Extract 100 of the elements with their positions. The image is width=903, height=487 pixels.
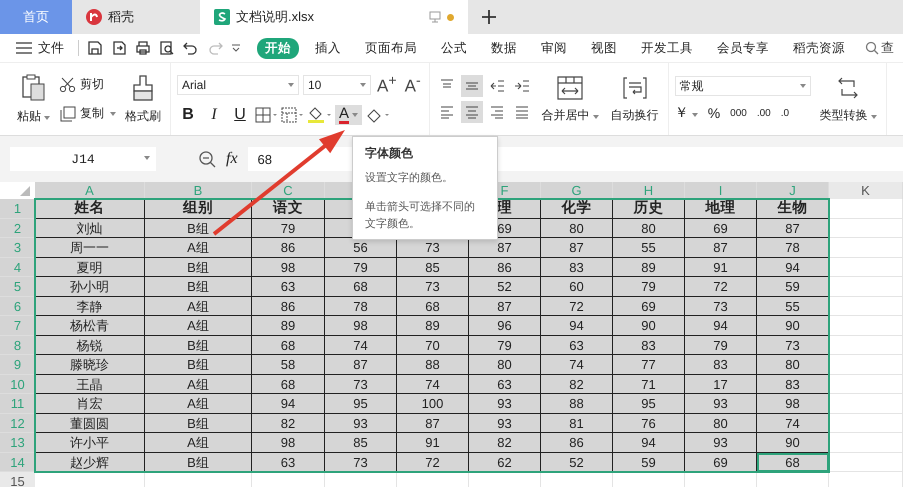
menu-icon[interactable] bbox=[16, 42, 32, 54]
fill-color-icon[interactable] bbox=[307, 106, 331, 124]
eraser-icon[interactable] bbox=[366, 106, 390, 123]
increase-decimal-button[interactable]: .00 bbox=[756, 108, 771, 118]
table-cell: 93 bbox=[469, 414, 541, 433]
column-header[interactable]: K bbox=[829, 182, 903, 199]
table-cell: 100 bbox=[397, 394, 469, 414]
table-cell: 81 bbox=[541, 414, 613, 433]
decrease-decimal-button[interactable]: .0 bbox=[780, 108, 790, 118]
ribbon-tab[interactable]: 稻壳资源 bbox=[785, 38, 853, 58]
thousands-separator-button[interactable]: 000 bbox=[730, 108, 747, 118]
table-cell: 杨松青 bbox=[35, 316, 145, 336]
table-cell: 88 bbox=[397, 355, 469, 374]
ribbon-tab[interactable]: 数据 bbox=[483, 38, 525, 58]
font-name-dropdown[interactable]: Arial bbox=[177, 75, 299, 95]
table-cell: 94 bbox=[757, 258, 829, 277]
table-cell: A组 bbox=[145, 374, 252, 394]
font-size-dropdown[interactable]: 10 bbox=[303, 75, 371, 95]
table-cell: 肖宏 bbox=[35, 394, 145, 414]
table-cell: 王晶 bbox=[35, 374, 145, 394]
table-cell: 李静 bbox=[35, 296, 145, 316]
table-cell: 63 bbox=[541, 336, 613, 355]
increase-font-button[interactable]: A$^{+}$ bbox=[375, 73, 399, 97]
bold-button[interactable]: B bbox=[177, 106, 199, 124]
number-format-dropdown[interactable]: 常规 bbox=[674, 76, 811, 96]
table-cell: 68 bbox=[252, 374, 325, 394]
table-cell: A组 bbox=[145, 394, 252, 414]
table-cell: 86 bbox=[252, 296, 325, 316]
ribbon-tab[interactable]: 插入 bbox=[307, 38, 349, 58]
function-button[interactable]: fx bbox=[226, 150, 238, 168]
currency-button[interactable]: ￥ bbox=[674, 104, 698, 122]
table-cell: 68 bbox=[397, 296, 469, 316]
table-cell: 85 bbox=[397, 258, 469, 277]
zoom-out-icon[interactable] bbox=[198, 150, 216, 168]
table-cell: 58 bbox=[252, 355, 325, 374]
table-cell: 夏明 bbox=[35, 258, 145, 277]
table-cell: 69 bbox=[613, 296, 685, 316]
print-icon[interactable] bbox=[135, 40, 151, 56]
document-tab[interactable]: 稻壳 bbox=[72, 0, 200, 34]
align-center-icon[interactable] bbox=[460, 101, 483, 123]
save-icon[interactable] bbox=[87, 40, 103, 56]
table-cell: B组 bbox=[145, 336, 252, 355]
wrap-text-button[interactable]: 自动换行 bbox=[608, 72, 662, 126]
align-middle-icon[interactable] bbox=[460, 75, 483, 97]
search-button[interactable]: 查 bbox=[865, 39, 894, 57]
monitor-icon[interactable] bbox=[429, 11, 441, 23]
tooltip-title: 字体颜色 bbox=[365, 145, 414, 162]
new-tab-icon[interactable] bbox=[482, 10, 496, 24]
table-cell: 83 bbox=[613, 336, 685, 355]
borders-icon[interactable] bbox=[255, 106, 277, 123]
table-cell: 89 bbox=[613, 258, 685, 277]
table-cell: 56 bbox=[325, 238, 397, 258]
print-preview-icon[interactable] bbox=[159, 40, 175, 56]
table-cell: A组 bbox=[145, 433, 252, 452]
ribbon-tab[interactable]: 会员专享 bbox=[709, 38, 777, 58]
table-cell: B组 bbox=[145, 355, 252, 374]
table-cell: 91 bbox=[397, 433, 469, 452]
table-cell: 80 bbox=[541, 218, 613, 238]
table-cell: 86 bbox=[252, 238, 325, 258]
document-tab[interactable]: 文档说明.xlsx bbox=[200, 0, 468, 34]
table-cell: 72 bbox=[541, 296, 613, 316]
table-cell: 94 bbox=[613, 433, 685, 452]
export-icon[interactable] bbox=[111, 40, 127, 56]
file-menu[interactable]: 文件 bbox=[38, 39, 64, 57]
table-cell: 86 bbox=[541, 433, 613, 452]
caret-icon[interactable] bbox=[231, 44, 241, 52]
merge-center-button[interactable]: 合并居中 bbox=[538, 72, 602, 126]
row-header[interactable]: 15 bbox=[0, 472, 35, 487]
decrease-font-button[interactable]: A$^{-}$ bbox=[402, 73, 423, 97]
type-convert-button[interactable]: 类型转换 bbox=[816, 72, 880, 126]
table-cell: 历史 bbox=[613, 199, 685, 218]
ribbon-tab[interactable]: 开发工具 bbox=[633, 38, 701, 58]
table-cell: 刘灿 bbox=[35, 218, 145, 238]
spreadsheet-file-icon bbox=[214, 9, 230, 25]
table-cell: 姓名 bbox=[35, 199, 145, 218]
ribbon-tab[interactable]: 公式 bbox=[433, 38, 475, 58]
table-cell: 73 bbox=[325, 374, 397, 394]
table-cell: B组 bbox=[145, 277, 252, 296]
undo-icon[interactable] bbox=[183, 40, 199, 56]
cell-style-icon[interactable] bbox=[281, 106, 303, 123]
table-cell: 74 bbox=[541, 355, 613, 374]
copy-button[interactable]: 复制 bbox=[59, 105, 116, 122]
table-cell: 82 bbox=[469, 433, 541, 452]
paste-button[interactable]: 粘贴 bbox=[14, 72, 53, 126]
font-color-button[interactable]: A bbox=[335, 104, 362, 125]
ribbon-tab[interactable]: 审阅 bbox=[533, 38, 575, 58]
ribbon-tab[interactable]: 视图 bbox=[583, 38, 625, 58]
underline-button[interactable]: U bbox=[229, 106, 251, 124]
italic-button[interactable]: I bbox=[203, 106, 225, 124]
percent-button[interactable]: % bbox=[708, 105, 720, 121]
table-cell: A组 bbox=[145, 238, 252, 258]
ribbon-tab[interactable]: 页面布局 bbox=[357, 38, 425, 58]
table-cell: A组 bbox=[145, 296, 252, 316]
name-box[interactable]: J14 bbox=[10, 147, 156, 171]
table-cell: 98 bbox=[757, 394, 829, 414]
format-painter-button[interactable]: 格式刷 bbox=[122, 72, 164, 126]
table-cell: 90 bbox=[613, 316, 685, 336]
table-cell: 孙小明 bbox=[35, 277, 145, 296]
table-cell: 87 bbox=[685, 238, 757, 258]
cut-button[interactable]: 剪切 bbox=[59, 76, 116, 93]
